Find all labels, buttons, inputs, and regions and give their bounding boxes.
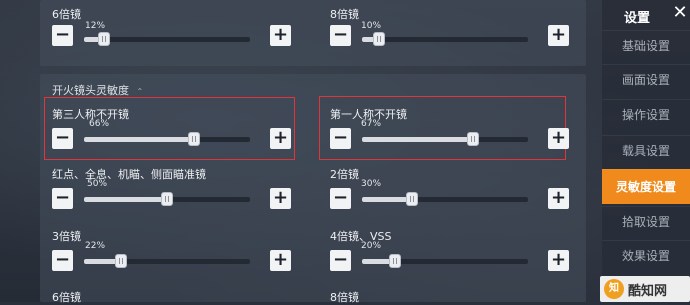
sidebar-item-basic[interactable]: 基础设置 bbox=[602, 30, 690, 61]
setting-8x-scope-bottom: 8倍镜 bbox=[330, 289, 570, 304]
percent-label: 10% bbox=[360, 21, 382, 31]
setting-6x-scope-top: 6倍镜 − 12% + bbox=[52, 0, 292, 48]
watermark-logo-icon: 知 bbox=[604, 279, 624, 299]
setting-4x-scope-vss: 4倍镜、VSS − 20% + bbox=[330, 228, 570, 276]
close-icon[interactable]: ✕ bbox=[670, 2, 690, 24]
sidebar-item-controls[interactable]: 操作设置 bbox=[602, 99, 690, 130]
sidebar-item-pickup[interactable]: 拾取设置 bbox=[602, 206, 690, 237]
sidebar-item-vehicle[interactable]: 载具设置 bbox=[602, 135, 690, 166]
increase-button[interactable]: + bbox=[548, 128, 569, 149]
setting-8x-scope-top: 8倍镜 − 10% + bbox=[330, 0, 570, 48]
sidebar-item-effects[interactable]: 效果设置 bbox=[602, 240, 690, 271]
watermark-text: 酷知网 bbox=[628, 284, 668, 299]
decrease-button[interactable]: − bbox=[330, 250, 351, 271]
decrease-button[interactable]: − bbox=[330, 128, 351, 149]
percent-label: 30% bbox=[360, 179, 382, 189]
slider-fill bbox=[84, 197, 167, 202]
increase-button[interactable]: + bbox=[548, 25, 569, 46]
slider-track[interactable] bbox=[362, 132, 528, 146]
slider-thumb[interactable] bbox=[114, 254, 127, 268]
slider-track[interactable] bbox=[84, 192, 250, 206]
increase-button[interactable]: + bbox=[548, 188, 569, 209]
percent-label: 20% bbox=[360, 241, 382, 251]
increase-button[interactable]: + bbox=[270, 250, 291, 271]
slider-thumb[interactable] bbox=[467, 132, 480, 146]
percent-label: 50% bbox=[86, 179, 108, 189]
setting-first-person-no-scope: 第一人称不开镜 − 67% + bbox=[330, 106, 570, 154]
percent-label: 66% bbox=[88, 119, 110, 129]
increase-button[interactable]: + bbox=[270, 25, 291, 46]
sidebar-item-sensitivity[interactable]: 灵敏度设置 bbox=[602, 169, 690, 204]
increase-button[interactable]: + bbox=[548, 250, 569, 271]
slider-track[interactable] bbox=[362, 32, 528, 46]
decrease-button[interactable]: − bbox=[52, 128, 73, 149]
slider-track[interactable] bbox=[84, 132, 250, 146]
chevron-up-icon: ⌃ bbox=[136, 87, 144, 96]
slider-thumb[interactable] bbox=[372, 32, 385, 46]
sidebar-item-graphics[interactable]: 画面设置 bbox=[602, 64, 690, 95]
setting-label: 8倍镜 bbox=[330, 291, 359, 304]
setting-3x-scope: 3倍镜 − 22% + bbox=[52, 228, 292, 276]
slider-thumb[interactable] bbox=[97, 32, 110, 46]
setting-2x-scope: 2倍镜 − 30% + bbox=[330, 166, 570, 214]
setting-label: 6倍镜 bbox=[52, 8, 81, 21]
slider-track[interactable] bbox=[362, 254, 528, 268]
percent-label: 22% bbox=[84, 241, 106, 251]
slider-fill bbox=[362, 137, 474, 142]
slider-fill bbox=[362, 197, 412, 202]
slider-thumb[interactable] bbox=[187, 132, 200, 146]
setting-red-dot-holo: 红点、全息、机瞄、侧面瞄准镜 − 50% + bbox=[52, 166, 292, 214]
percent-label: 67% bbox=[360, 119, 382, 129]
increase-button[interactable]: + bbox=[270, 188, 291, 209]
sidebar-title: 设置 bbox=[624, 11, 651, 26]
setting-label: 6倍镜 bbox=[52, 291, 81, 304]
slider-track[interactable] bbox=[84, 32, 250, 46]
setting-label: 红点、全息、机瞄、侧面瞄准镜 bbox=[52, 168, 206, 181]
watermark: 知 酷知网 bbox=[600, 276, 690, 302]
decrease-button[interactable]: − bbox=[52, 25, 73, 46]
slider-thumb[interactable] bbox=[405, 192, 418, 206]
setting-label: 8倍镜 bbox=[330, 8, 359, 21]
decrease-button[interactable]: − bbox=[330, 25, 351, 46]
sidebar-header: 设置 ✕ bbox=[602, 0, 690, 30]
decrease-button[interactable]: − bbox=[52, 188, 73, 209]
slider-fill bbox=[84, 137, 194, 142]
setting-label: 3倍镜 bbox=[52, 230, 81, 243]
decrease-button[interactable]: − bbox=[330, 188, 351, 209]
settings-sidebar: 设置 ✕ 基础设置 画面设置 操作设置 载具设置 灵敏度设置 拾取设置 效果设置 bbox=[602, 0, 690, 302]
percent-label: 12% bbox=[84, 21, 106, 31]
decrease-button[interactable]: − bbox=[52, 250, 73, 271]
slider-track[interactable] bbox=[84, 254, 250, 268]
slider-thumb[interactable] bbox=[389, 254, 402, 268]
slider-track[interactable] bbox=[362, 192, 528, 206]
slider-thumb[interactable] bbox=[161, 192, 173, 206]
setting-6x-scope-bottom: 6倍镜 bbox=[52, 289, 292, 304]
setting-third-person-no-scope: 第三人称不开镜 − 66% + bbox=[52, 106, 292, 154]
section-title-text: 开火镜头灵敏度 bbox=[52, 84, 129, 97]
setting-label: 2倍镜 bbox=[330, 168, 359, 181]
section-title[interactable]: 开火镜头灵敏度 ⌃ bbox=[52, 82, 143, 98]
increase-button[interactable]: + bbox=[270, 128, 291, 149]
